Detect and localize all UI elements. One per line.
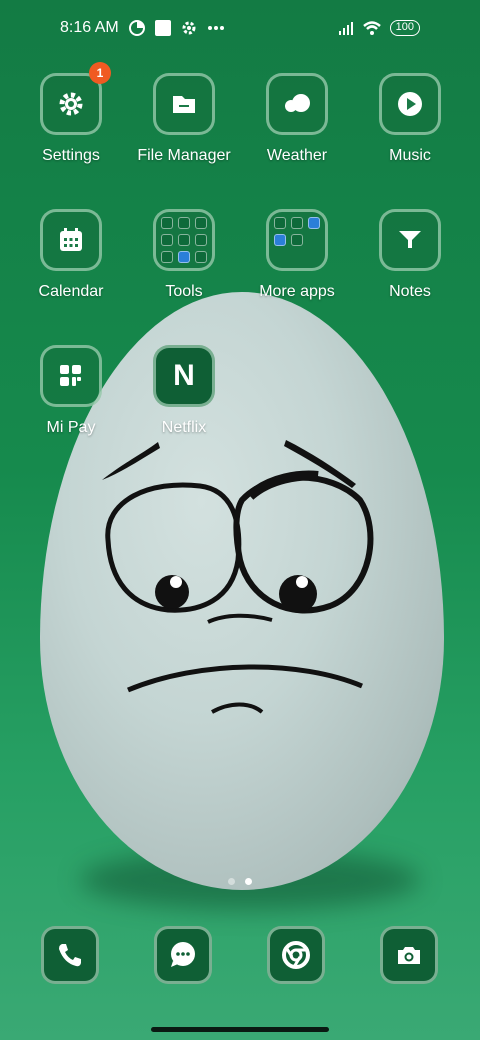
- status-bar: 8:16 AM 100: [0, 0, 480, 56]
- chrome-icon: [282, 941, 310, 969]
- dock-chrome[interactable]: [267, 926, 325, 984]
- app-label: Weather: [266, 147, 328, 164]
- app-weather[interactable]: Weather: [241, 73, 353, 165]
- wifi-icon: [362, 21, 381, 35]
- phone-icon: [59, 944, 81, 967]
- gear-icon: [59, 92, 83, 116]
- folder-icon: [173, 96, 195, 113]
- app-label: Calendar: [38, 283, 104, 300]
- app-folder-tools[interactable]: Tools: [128, 209, 240, 301]
- app-mi-pay[interactable]: Mi Pay: [15, 345, 127, 437]
- app-calendar[interactable]: Calendar: [15, 209, 127, 301]
- more-dots-icon: [207, 26, 224, 30]
- app-folder-more-apps[interactable]: More apps: [241, 209, 353, 301]
- cloud-icon: [285, 94, 310, 112]
- dock-messages[interactable]: [154, 926, 212, 984]
- dock-phone[interactable]: [41, 926, 99, 984]
- data-saver-icon: [128, 20, 145, 36]
- app-file-manager[interactable]: File Manager: [128, 73, 240, 165]
- app-label: Netflix: [161, 419, 207, 436]
- square-notification-icon: [154, 20, 171, 36]
- folder-more-apps-icon: [266, 209, 328, 271]
- signal-icon: [338, 22, 353, 35]
- netflix-icon: N: [173, 359, 195, 392]
- page-indicator[interactable]: [0, 878, 480, 885]
- app-netflix[interactable]: N Netflix: [128, 345, 240, 437]
- dock-camera[interactable]: [380, 926, 438, 984]
- battery-indicator: 100: [389, 20, 420, 36]
- app-label: Music: [389, 147, 431, 164]
- mi-pay-icon: [60, 365, 81, 386]
- app-label: Mi Pay: [46, 419, 96, 436]
- app-label: More apps: [259, 283, 335, 300]
- calendar-icon: [60, 228, 82, 251]
- app-label: Tools: [165, 283, 203, 300]
- message-icon: [171, 942, 195, 967]
- gear-icon: [182, 21, 196, 35]
- app-notes[interactable]: Notes: [354, 209, 466, 301]
- app-label: Notes: [389, 283, 431, 300]
- app-label: Settings: [42, 147, 100, 164]
- camera-icon: [398, 947, 420, 964]
- funnel-icon: [399, 231, 421, 248]
- page-dot[interactable]: [228, 878, 235, 885]
- page-dot-active[interactable]: [245, 878, 252, 885]
- play-icon: [398, 92, 422, 116]
- notification-badge: 1: [89, 62, 111, 84]
- status-time: 8:16 AM: [60, 19, 119, 36]
- home-indicator-bar[interactable]: [151, 1027, 329, 1032]
- app-settings[interactable]: 1 Settings: [15, 62, 127, 165]
- folder-tools-icon: [153, 209, 215, 271]
- app-music[interactable]: Music: [354, 73, 466, 165]
- app-label: File Manager: [137, 147, 231, 164]
